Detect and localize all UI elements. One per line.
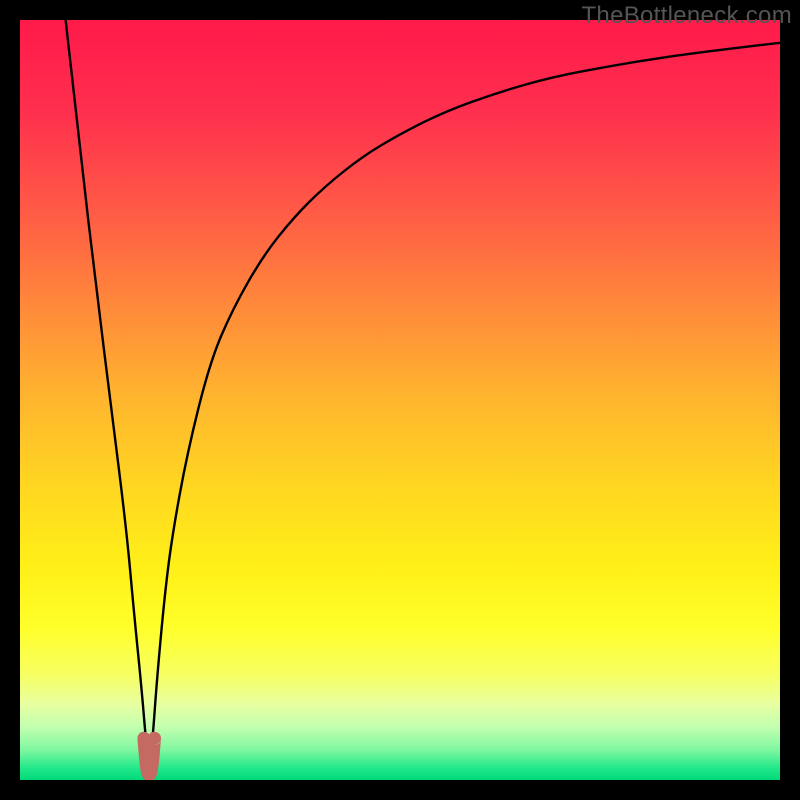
- optimal-marker-path: [144, 738, 155, 775]
- watermark-text: TheBottleneck.com: [581, 2, 792, 30]
- chart-frame: TheBottleneck.com: [0, 0, 800, 800]
- bottleneck-chart: [20, 20, 780, 780]
